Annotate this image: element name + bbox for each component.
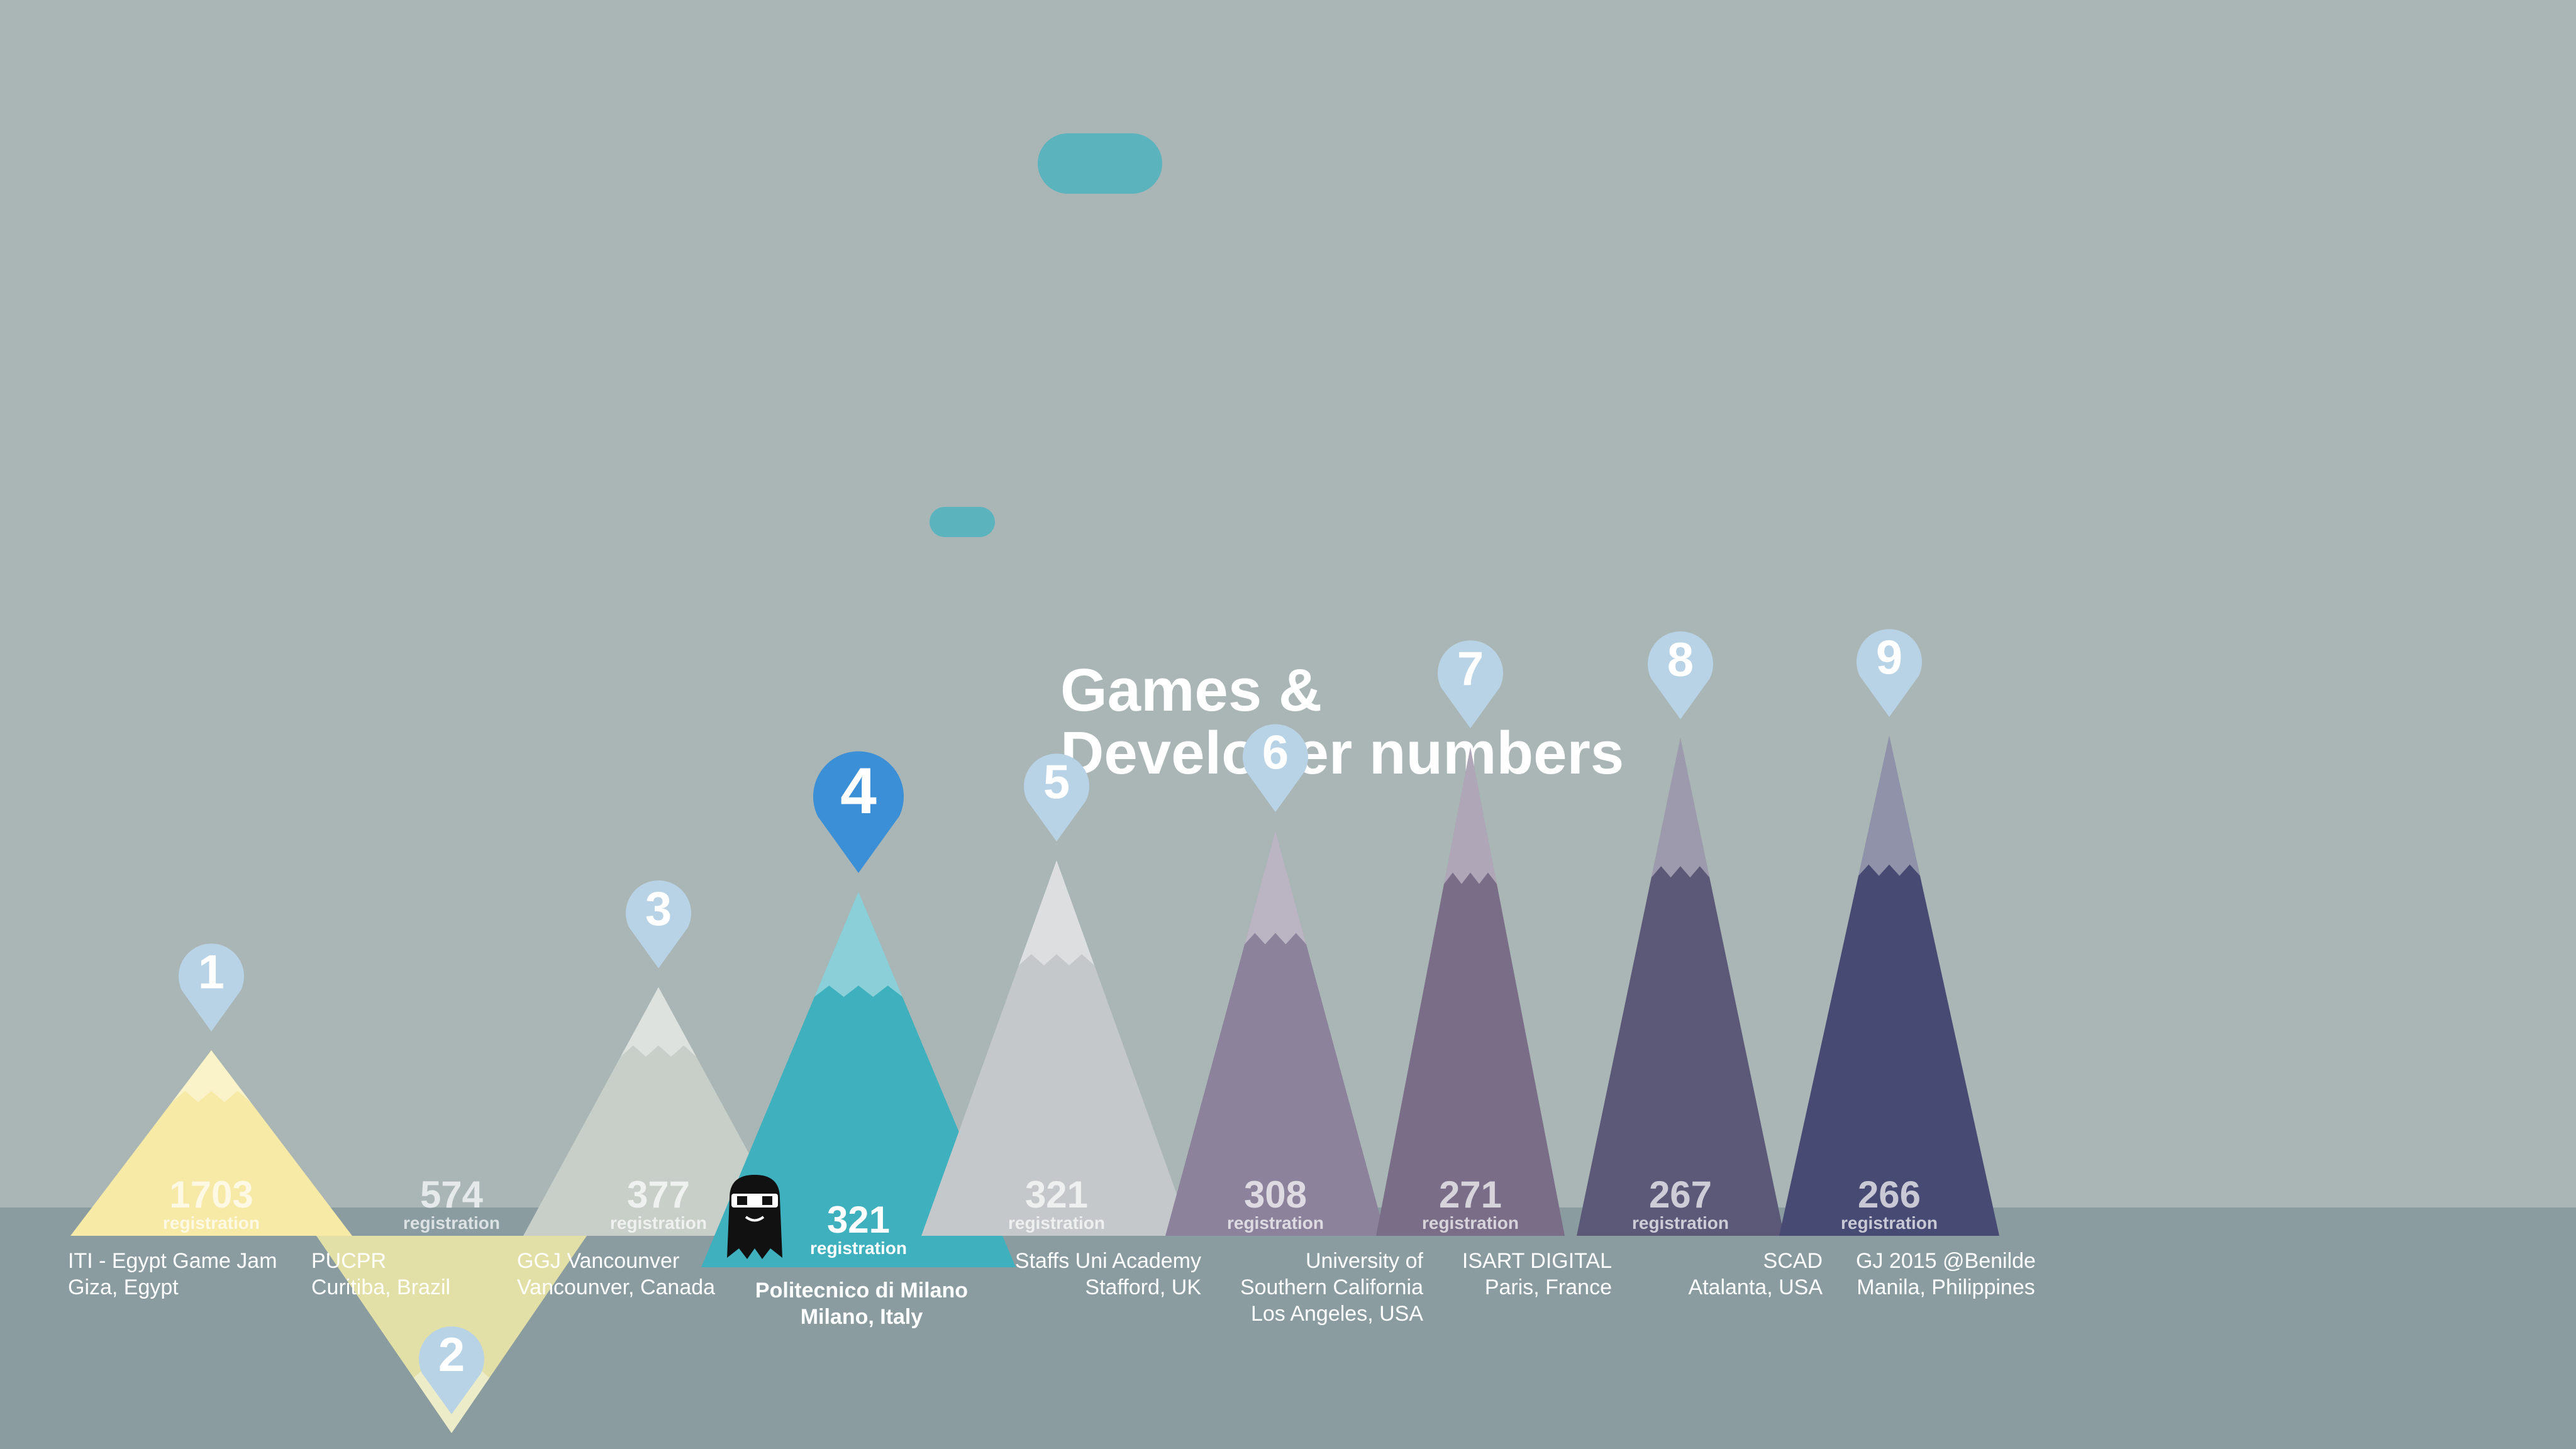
unit-label-9: registration (1841, 1213, 1938, 1233)
category-label-8-line-1: SCAD (1763, 1249, 1823, 1273)
mountain-snowcap-4 (814, 892, 902, 997)
category-label-6-line-2: Southern California (1240, 1275, 1423, 1299)
category-label-6-line-3: Los Angeles, USA (1251, 1302, 1423, 1326)
chart-stage: Games & Developer numbers 1703 registrati… (0, 0, 2576, 1449)
value-label-2: 574 (420, 1174, 484, 1216)
mascot-icon (727, 1175, 782, 1259)
category-label-8-line-2: Atalanta, USA (1688, 1275, 1823, 1299)
value-label-3: 377 (627, 1174, 690, 1216)
value-label-9: 266 (1858, 1174, 1921, 1216)
category-label-1-line-1: ITI - Egypt Game Jam (68, 1249, 277, 1273)
chart-svg: 1703registration1ITI - Egypt Game JamGiz… (68, 629, 2036, 1433)
rank-label-2: 2 (438, 1328, 465, 1382)
category-label-4-line-2: Milano, Italy (801, 1305, 923, 1329)
rank-label-5: 5 (1043, 755, 1070, 809)
category-label-7-line-2: Paris, France (1485, 1275, 1612, 1299)
unit-label-1: registration (163, 1213, 260, 1233)
mountain-group-7: 271registration 7 ISART DIGITALParis, Fran… (1376, 640, 1612, 1299)
unit-label-8: registration (1632, 1213, 1729, 1233)
category-label-2-line-2: Curitiba, Brazil (311, 1275, 450, 1299)
rank-label-8: 8 (1667, 633, 1694, 687)
category-label-7-line-1: ISART DIGITAL (1462, 1249, 1612, 1273)
category-label-9-line-1: GJ 2015 @Benilde (1856, 1249, 2036, 1273)
mountain-snowcap-7 (1444, 747, 1497, 884)
mountain-group-1: 1703registration 1 ITI - Egypt Game JamGiz… (68, 943, 352, 1299)
category-label-2-line-1: PUCPR (311, 1249, 386, 1273)
mountain-snowcap-5 (1018, 860, 1095, 966)
mountain-group-5: 321registration 5 Staffs Uni AcademyStaffo… (921, 753, 1201, 1299)
category-label-4-line-1: Politecnico di Milano (755, 1279, 968, 1302)
category-label-3-line-1: GGJ Vancounver (517, 1249, 679, 1273)
category-label-5-line-1: Staffs Uni Academy (1015, 1249, 1201, 1273)
mountain-snowcap-8 (1651, 738, 1710, 878)
rank-label-1: 1 (198, 945, 225, 999)
value-label-8: 267 (1649, 1174, 1712, 1216)
unit-label-7: registration (1422, 1213, 1519, 1233)
category-label-5-line-2: Stafford, UK (1085, 1275, 1201, 1299)
category-label-1-line-2: Giza, Egypt (68, 1275, 179, 1299)
unit-label-5: registration (1008, 1213, 1105, 1233)
unit-label-6: registration (1227, 1213, 1324, 1233)
mountain-snowcap-6 (1245, 831, 1306, 945)
category-label-6-line-1: University of (1306, 1249, 1424, 1273)
mountain-group-9: 266registration 9 GJ 2015 @BenildeManila, … (1779, 629, 2036, 1299)
value-label-4: 321 (827, 1199, 890, 1241)
value-label-6: 308 (1244, 1174, 1307, 1216)
mountain-group-8: 267registration 8 SCADAtalanta, USA (1577, 631, 1823, 1299)
rank-label-4: 4 (840, 755, 877, 828)
unit-label-4: registration (810, 1238, 907, 1258)
value-label-5: 321 (1025, 1174, 1088, 1216)
value-label-7: 271 (1439, 1174, 1502, 1216)
unit-label-3: registration (610, 1213, 707, 1233)
unit-label-2: registration (403, 1213, 500, 1233)
rank-label-7: 7 (1457, 642, 1484, 696)
rank-label-3: 3 (645, 882, 672, 936)
rank-label-9: 9 (1876, 631, 1902, 684)
category-label-9-line-2: Manila, Philippines (1857, 1275, 2035, 1299)
category-label-3-line-2: Vancounver, Canada (517, 1275, 715, 1299)
mountain-snowcap-9 (1858, 736, 1920, 876)
value-label-1: 1703 (169, 1174, 253, 1216)
rank-label-6: 6 (1262, 726, 1289, 780)
